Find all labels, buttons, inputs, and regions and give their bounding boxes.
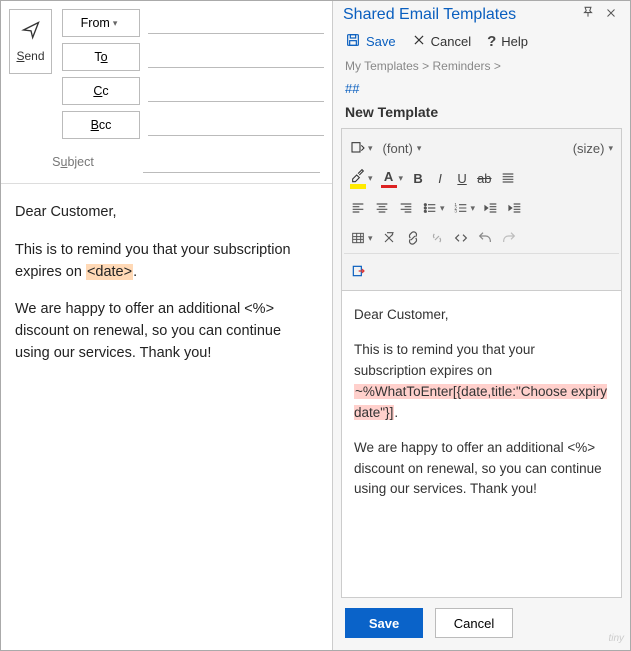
from-label: From bbox=[81, 16, 110, 30]
code-button[interactable] bbox=[449, 225, 473, 251]
chevron-down-icon[interactable]: ▾ bbox=[417, 143, 426, 154]
cc-label: Cc bbox=[93, 84, 108, 98]
date-placeholder: <date> bbox=[86, 264, 133, 280]
ed-greeting: Dear Customer, bbox=[354, 305, 609, 326]
chevron-down-icon[interactable]: ▾ bbox=[368, 143, 377, 154]
body-paragraph-2: We are happy to offer an additional <%> … bbox=[15, 299, 318, 364]
top-cancel-label: Cancel bbox=[431, 34, 471, 49]
from-button[interactable]: From ▾ bbox=[62, 9, 140, 37]
cancel-icon bbox=[412, 33, 426, 50]
close-icon[interactable] bbox=[600, 6, 622, 24]
recipient-fields: From ▾ To Cc Bcc bbox=[62, 9, 324, 139]
to-button[interactable]: To bbox=[62, 43, 140, 71]
ed-paragraph-1: This is to remind you that your subscrip… bbox=[354, 340, 609, 424]
chevron-down-icon[interactable]: ▾ bbox=[399, 173, 408, 184]
align-justify-button[interactable] bbox=[496, 165, 520, 191]
ed-p1-pre: This is to remind you that your subscrip… bbox=[354, 342, 535, 378]
font-color-button[interactable]: A bbox=[377, 165, 401, 191]
cancel-button[interactable]: Cancel bbox=[435, 608, 513, 638]
top-help-button[interactable]: ? Help bbox=[487, 33, 528, 50]
bcc-button[interactable]: Bcc bbox=[62, 111, 140, 139]
chevron-down-icon[interactable]: ▾ bbox=[608, 143, 617, 154]
bold-button[interactable]: B bbox=[407, 165, 429, 191]
ed-paragraph-2: We are happy to offer an additional <%> … bbox=[354, 438, 609, 501]
chevron-down-icon[interactable]: ▾ bbox=[471, 203, 480, 214]
editor: ▾ (font) ▾ (size) ▾ ▾ A ▾ B I U bbox=[341, 128, 622, 598]
outdent-button[interactable] bbox=[479, 195, 503, 221]
pin-icon[interactable] bbox=[576, 5, 600, 24]
chevron-down-icon[interactable]: ▾ bbox=[440, 203, 449, 214]
pane-title: Shared Email Templates bbox=[343, 6, 576, 24]
top-action-bar: Save Cancel ? Help bbox=[333, 26, 630, 59]
what-to-enter-macro: ~%WhatToEnter[{date,title:"Choose expiry… bbox=[354, 384, 607, 420]
link-button[interactable] bbox=[401, 225, 425, 251]
footer-buttons: Save Cancel bbox=[333, 598, 630, 650]
align-right-button[interactable] bbox=[394, 195, 418, 221]
chevron-down-icon[interactable]: ▾ bbox=[368, 173, 377, 184]
redo-button[interactable] bbox=[497, 225, 521, 251]
bcc-input[interactable] bbox=[148, 114, 324, 136]
to-input[interactable] bbox=[148, 46, 324, 68]
from-input[interactable] bbox=[148, 12, 324, 34]
cc-input[interactable] bbox=[148, 80, 324, 102]
font-select[interactable]: (font) bbox=[377, 141, 419, 156]
unlink-button[interactable] bbox=[425, 225, 449, 251]
subject-label: Subject bbox=[13, 155, 133, 169]
tiny-logo: tiny bbox=[608, 633, 624, 644]
email-body[interactable]: Dear Customer, This is to remind you tha… bbox=[1, 184, 332, 399]
align-center-button[interactable] bbox=[370, 195, 394, 221]
body-greeting: Dear Customer, bbox=[15, 202, 318, 224]
align-left-button[interactable] bbox=[346, 195, 370, 221]
crumb-root[interactable]: My Templates bbox=[345, 59, 419, 73]
to-label: To bbox=[94, 50, 107, 64]
save-icon bbox=[345, 32, 361, 51]
hash-marker: ## bbox=[333, 81, 630, 102]
help-icon: ? bbox=[487, 33, 496, 50]
body-p1-post: . bbox=[133, 264, 137, 280]
body-p1-pre: This is to remind you that your subscrip… bbox=[15, 242, 291, 280]
template-name[interactable]: New Template bbox=[333, 102, 630, 128]
subject-row: Subject bbox=[1, 145, 332, 184]
insert-field-button[interactable] bbox=[346, 258, 370, 284]
highlight-swatch bbox=[350, 184, 366, 189]
clear-format-button[interactable] bbox=[377, 225, 401, 251]
undo-button[interactable] bbox=[473, 225, 497, 251]
top-save-button[interactable]: Save bbox=[345, 32, 396, 51]
editor-toolbar: ▾ (font) ▾ (size) ▾ ▾ A ▾ B I U bbox=[342, 129, 621, 291]
pane-titlebar: Shared Email Templates bbox=[333, 1, 630, 26]
svg-text:3: 3 bbox=[454, 209, 457, 214]
templates-pane: Shared Email Templates Save Cancel ? Hel… bbox=[333, 1, 630, 650]
ed-p1-post: . bbox=[394, 405, 398, 420]
subject-input[interactable] bbox=[143, 151, 320, 173]
save-button[interactable]: Save bbox=[345, 608, 423, 638]
table-button[interactable] bbox=[346, 225, 370, 251]
highlight-button[interactable] bbox=[346, 165, 370, 191]
editor-body[interactable]: Dear Customer, This is to remind you tha… bbox=[342, 291, 621, 597]
send-icon bbox=[21, 20, 41, 43]
send-label: Send bbox=[16, 49, 44, 63]
send-button[interactable]: Send bbox=[9, 9, 52, 74]
breadcrumb: My Templates > Reminders > bbox=[333, 59, 630, 81]
number-list-button[interactable]: 123 bbox=[449, 195, 473, 221]
macro-button[interactable] bbox=[346, 135, 370, 161]
top-save-label: Save bbox=[366, 34, 396, 49]
chevron-down-icon: ▾ bbox=[113, 18, 122, 29]
underline-button[interactable]: U bbox=[451, 165, 473, 191]
crumb-folder[interactable]: Reminders bbox=[433, 59, 491, 73]
bcc-label: Bcc bbox=[91, 118, 112, 132]
chevron-down-icon[interactable]: ▾ bbox=[368, 233, 377, 244]
strike-button[interactable]: ab bbox=[473, 165, 495, 191]
top-help-label: Help bbox=[501, 34, 528, 49]
color-swatch bbox=[381, 185, 397, 188]
size-select[interactable]: (size) bbox=[567, 141, 611, 156]
indent-button[interactable] bbox=[503, 195, 527, 221]
bullet-list-button[interactable] bbox=[418, 195, 442, 221]
cc-button[interactable]: Cc bbox=[62, 77, 140, 105]
outlook-compose-pane: Send From ▾ To Cc Bcc bbox=[1, 1, 333, 650]
italic-button[interactable]: I bbox=[429, 165, 451, 191]
body-paragraph-1: This is to remind you that your subscrip… bbox=[15, 240, 318, 284]
compose-header: Send From ▾ To Cc Bcc bbox=[1, 1, 332, 145]
top-cancel-button[interactable]: Cancel bbox=[412, 33, 471, 50]
